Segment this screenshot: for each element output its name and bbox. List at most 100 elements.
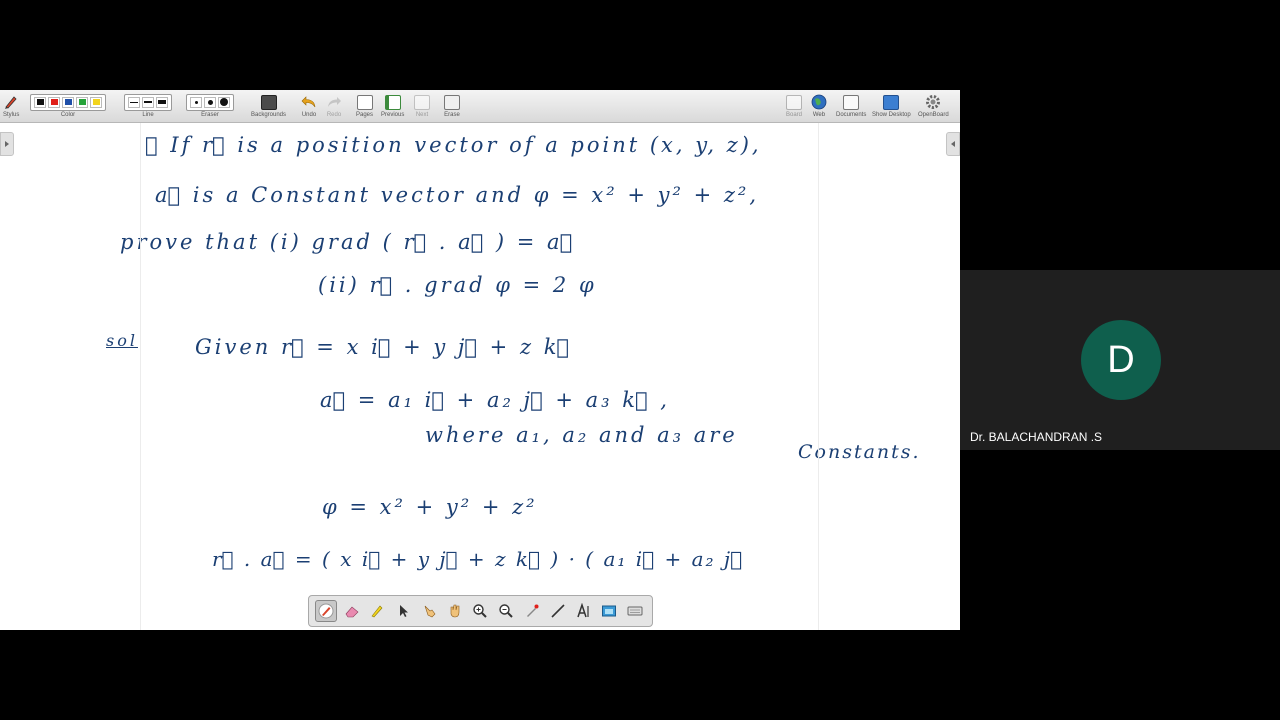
color-red-swatch[interactable] xyxy=(48,96,60,108)
hand-icon xyxy=(450,604,460,618)
board-button[interactable]: Board xyxy=(786,93,802,121)
board-icon xyxy=(786,94,802,110)
eraser-swatches xyxy=(186,93,234,111)
color-black-swatch[interactable] xyxy=(34,96,46,108)
backgrounds-button[interactable]: Backgrounds xyxy=(251,93,286,121)
ink-line-5: Given r⃗ = x i⃗ + y j⃗ + z k⃗ xyxy=(195,335,573,359)
capture-tool[interactable] xyxy=(598,600,620,622)
color-swatches xyxy=(30,93,106,111)
line-tool[interactable] xyxy=(547,600,569,622)
eraser-small-option[interactable] xyxy=(190,96,202,108)
ink-line-8: Constants. xyxy=(798,441,921,463)
screen: Stylus Color Line Eraser Backgrounds Und… xyxy=(0,0,1280,720)
documents-button[interactable]: Documents xyxy=(836,93,866,121)
line-icon xyxy=(551,604,565,618)
line-sample xyxy=(158,100,166,104)
previous-button[interactable]: Previous xyxy=(381,93,404,121)
ink-line-4: (ii) r⃗ . grad φ = 2 φ xyxy=(318,273,597,297)
ink-sol-label: sol xyxy=(106,331,138,350)
eraser-tool[interactable] xyxy=(341,600,363,622)
web-button[interactable]: Web xyxy=(811,93,827,121)
eraser-sample xyxy=(194,100,198,104)
swatch-fill xyxy=(78,99,86,105)
stylus-icon xyxy=(3,93,19,111)
backgrounds-icon xyxy=(260,94,277,110)
ink-line-9: φ = x² + y² + z² xyxy=(322,495,538,519)
ink-line-6: a⃗ = a₁ i⃗ + a₂ j⃗ + a₃ k⃗ , xyxy=(320,388,670,412)
pointing-hand-icon xyxy=(424,605,436,618)
participant-name: Dr. BALACHANDRAN .S xyxy=(970,430,1103,444)
interact-tool[interactable] xyxy=(418,600,440,622)
swatch-fill xyxy=(50,99,58,105)
documents-icon xyxy=(843,94,860,110)
erase-button[interactable]: Erase xyxy=(444,93,460,121)
color-blue-swatch[interactable] xyxy=(62,96,74,108)
zoom-out-tool[interactable] xyxy=(495,600,517,622)
line-swatches xyxy=(124,93,172,111)
eraser-medium-option[interactable] xyxy=(204,96,216,108)
ink-line-2: a⃗ is a Constant vector and φ = x² + y² … xyxy=(155,183,760,207)
virtual-keyboard-tool[interactable] xyxy=(624,600,646,622)
capture-icon xyxy=(602,605,617,617)
highlighter-tool[interactable] xyxy=(366,600,388,622)
color-picker: Color xyxy=(30,93,106,121)
swatch-fill xyxy=(64,99,72,105)
laser-pointer-tool[interactable] xyxy=(521,600,543,622)
previous-page-icon xyxy=(384,94,401,110)
whiteboard-canvas[interactable]: ① If r⃗ is a position vector of a point … xyxy=(0,123,960,630)
laser-pointer-icon xyxy=(527,604,539,617)
undo-icon xyxy=(301,93,317,111)
line-thin-option[interactable] xyxy=(128,96,140,108)
globe-icon xyxy=(811,93,827,111)
desktop-icon xyxy=(883,94,900,110)
line-sample xyxy=(144,101,152,103)
gear-icon xyxy=(925,93,941,111)
pages-button[interactable]: Pages xyxy=(356,93,373,121)
erase-icon xyxy=(444,94,460,110)
text-icon xyxy=(576,603,589,618)
swatch-fill xyxy=(36,99,44,105)
line-sample xyxy=(130,101,138,103)
zoom-out-icon xyxy=(499,604,513,618)
line-width-picker: Line xyxy=(124,93,172,121)
eraser-sample xyxy=(220,98,228,106)
redo-icon xyxy=(326,93,342,111)
line-medium-option[interactable] xyxy=(142,96,154,108)
pen-tool[interactable] xyxy=(314,600,337,622)
page-right-edge xyxy=(818,123,819,630)
line-thick-option[interactable] xyxy=(156,96,168,108)
show-desktop-button[interactable]: Show Desktop xyxy=(872,93,911,121)
next-page-icon xyxy=(414,94,430,110)
ink-line-3: prove that (i) grad ( r⃗ . a⃗ ) = a⃗ xyxy=(120,230,576,254)
text-tool[interactable] xyxy=(573,600,595,622)
ink-line-1: ① If r⃗ is a position vector of a point … xyxy=(145,133,762,157)
next-button[interactable]: Next xyxy=(414,93,430,121)
selector-tool[interactable] xyxy=(392,600,414,622)
ink-line-10: r⃗ . a⃗ = ( x i⃗ + y j⃗ + z k⃗ ) · ( a₁ … xyxy=(212,547,745,571)
undo-button[interactable]: Undo xyxy=(301,93,317,121)
ink-line-7: where a₁, a₂ and a₃ are xyxy=(425,423,738,447)
color-green-swatch[interactable] xyxy=(76,96,88,108)
zoom-in-tool[interactable] xyxy=(469,600,491,622)
stylus-tool[interactable]: Stylus xyxy=(3,93,19,121)
main-toolbar: Stylus Color Line Eraser Backgrounds Und… xyxy=(0,90,960,123)
openboard-menu-button[interactable]: OpenBoard xyxy=(918,93,949,121)
swatch-fill xyxy=(92,99,100,105)
floating-tool-palette xyxy=(308,595,653,627)
hand-tool[interactable] xyxy=(444,600,466,622)
whiteboard-app: Stylus Color Line Eraser Backgrounds Und… xyxy=(0,90,960,630)
redo-button[interactable]: Redo xyxy=(326,93,342,121)
eraser-large-option[interactable] xyxy=(218,96,230,108)
eraser-icon xyxy=(345,606,359,618)
color-yellow-swatch[interactable] xyxy=(90,96,102,108)
avatar: D xyxy=(1081,320,1161,400)
cursor-arrow-icon xyxy=(400,605,409,617)
page-left-edge xyxy=(140,123,141,630)
eraser-sample xyxy=(207,99,213,105)
highlighter-icon xyxy=(371,605,383,618)
keyboard-icon xyxy=(627,606,643,616)
participant-tile[interactable]: D Dr. BALACHANDRAN .S xyxy=(960,270,1280,450)
eraser-size-picker: Eraser xyxy=(186,93,234,121)
pages-icon xyxy=(356,94,373,110)
zoom-in-icon xyxy=(473,604,488,618)
